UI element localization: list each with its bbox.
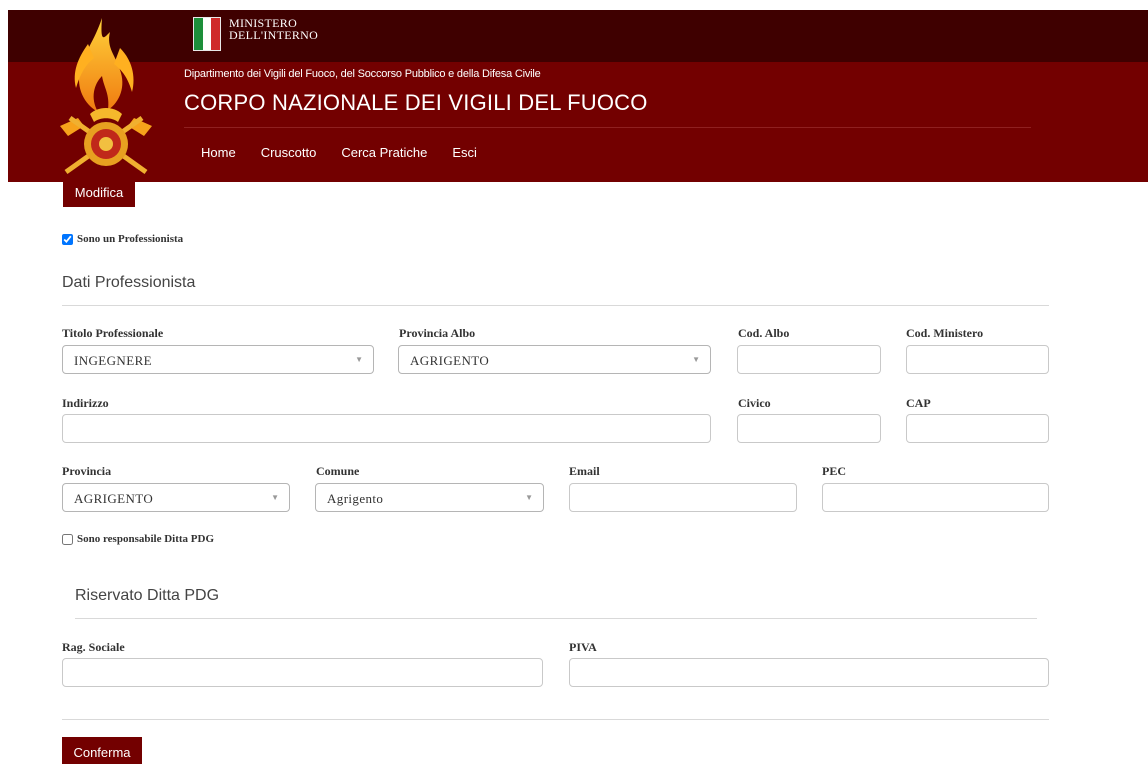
provincia-albo-select[interactable]: AGRIGENTO ▼ [398, 345, 711, 374]
section-divider [62, 305, 1049, 306]
email-field[interactable] [569, 483, 797, 512]
department-subtitle: Dipartimento dei Vigili del Fuoco, del S… [184, 68, 541, 80]
chevron-down-icon: ▼ [271, 493, 279, 502]
form-footer-divider [62, 719, 1049, 720]
professionista-checkbox-label: Sono un Professionista [77, 233, 184, 245]
professionista-checkbox[interactable] [62, 233, 73, 245]
firefighters-flame-emblem-icon [60, 18, 152, 175]
header-bar [8, 62, 1148, 182]
nav-cruscotto[interactable]: Cruscotto [261, 145, 317, 160]
label-email: Email [569, 464, 600, 478]
professionista-checkbox-row[interactable]: Sono un Professionista [62, 233, 183, 245]
label-provincia-albo: Provincia Albo [399, 326, 476, 340]
conferma-button[interactable]: Conferma [62, 737, 142, 764]
ministry-line-2: DELL'INTERNO [229, 28, 319, 42]
pec-field[interactable] [822, 483, 1049, 512]
comune-select[interactable]: Agrigento ▼ [315, 483, 544, 512]
ditta-checkbox-label: Sono responsabile Ditta PDG [77, 533, 215, 545]
ditta-checkbox[interactable] [62, 533, 73, 545]
label-cap: CAP [906, 396, 931, 410]
label-piva: PIVA [569, 640, 597, 654]
titolo-professionale-value: INGEGNERE [74, 353, 152, 368]
provincia-select[interactable]: AGRIGENTO ▼ [62, 483, 290, 512]
label-comune: Comune [316, 464, 360, 478]
civico-field[interactable] [737, 414, 881, 443]
chevron-down-icon: ▼ [525, 493, 533, 502]
italian-flag-icon [193, 17, 221, 51]
label-indirizzo: Indirizzo [62, 396, 109, 410]
section-divider [75, 618, 1037, 619]
label-cod-ministero: Cod. Ministero [906, 326, 984, 340]
indirizzo-field[interactable] [62, 414, 711, 443]
page-title: CORPO NAZIONALE DEI VIGILI DEL FUOCO [184, 90, 648, 115]
section-title-dati-professionista: Dati Professionista [62, 274, 196, 291]
cod-ministero-field[interactable] [906, 345, 1049, 374]
ministry-brand: MINISTERO DELL'INTERNO [193, 17, 318, 51]
provincia-albo-value: AGRIGENTO [410, 353, 490, 368]
comune-value: Agrigento [327, 491, 384, 506]
piva-field[interactable] [569, 658, 1049, 687]
label-civico: Civico [738, 396, 771, 410]
label-titolo-professionale: Titolo Professionale [62, 326, 164, 340]
ministry-bar [8, 10, 1148, 62]
nav-cerca-pratiche[interactable]: Cerca Pratiche [341, 145, 427, 160]
chevron-down-icon: ▼ [692, 355, 700, 364]
main-nav: Home Cruscotto Cerca Pratiche Esci [201, 145, 502, 160]
titolo-professionale-select[interactable]: INGEGNERE ▼ [62, 345, 374, 374]
label-provincia: Provincia [62, 464, 112, 478]
tab-modifica[interactable]: Modifica [63, 182, 135, 207]
cap-field[interactable] [906, 414, 1049, 443]
cod-albo-field[interactable] [737, 345, 881, 374]
chevron-down-icon: ▼ [355, 355, 363, 364]
nav-home[interactable]: Home [201, 145, 236, 160]
nav-esci[interactable]: Esci [452, 145, 477, 160]
rag-sociale-field[interactable] [62, 658, 543, 687]
label-cod-albo: Cod. Albo [738, 326, 790, 340]
header-divider [184, 127, 1031, 128]
provincia-value: AGRIGENTO [74, 491, 154, 506]
label-rag-sociale: Rag. Sociale [62, 640, 125, 654]
section-title-riservato-ditta: Riservato Ditta PDG [75, 587, 220, 604]
ditta-checkbox-row[interactable]: Sono responsabile Ditta PDG [62, 533, 214, 545]
label-pec: PEC [822, 464, 846, 478]
